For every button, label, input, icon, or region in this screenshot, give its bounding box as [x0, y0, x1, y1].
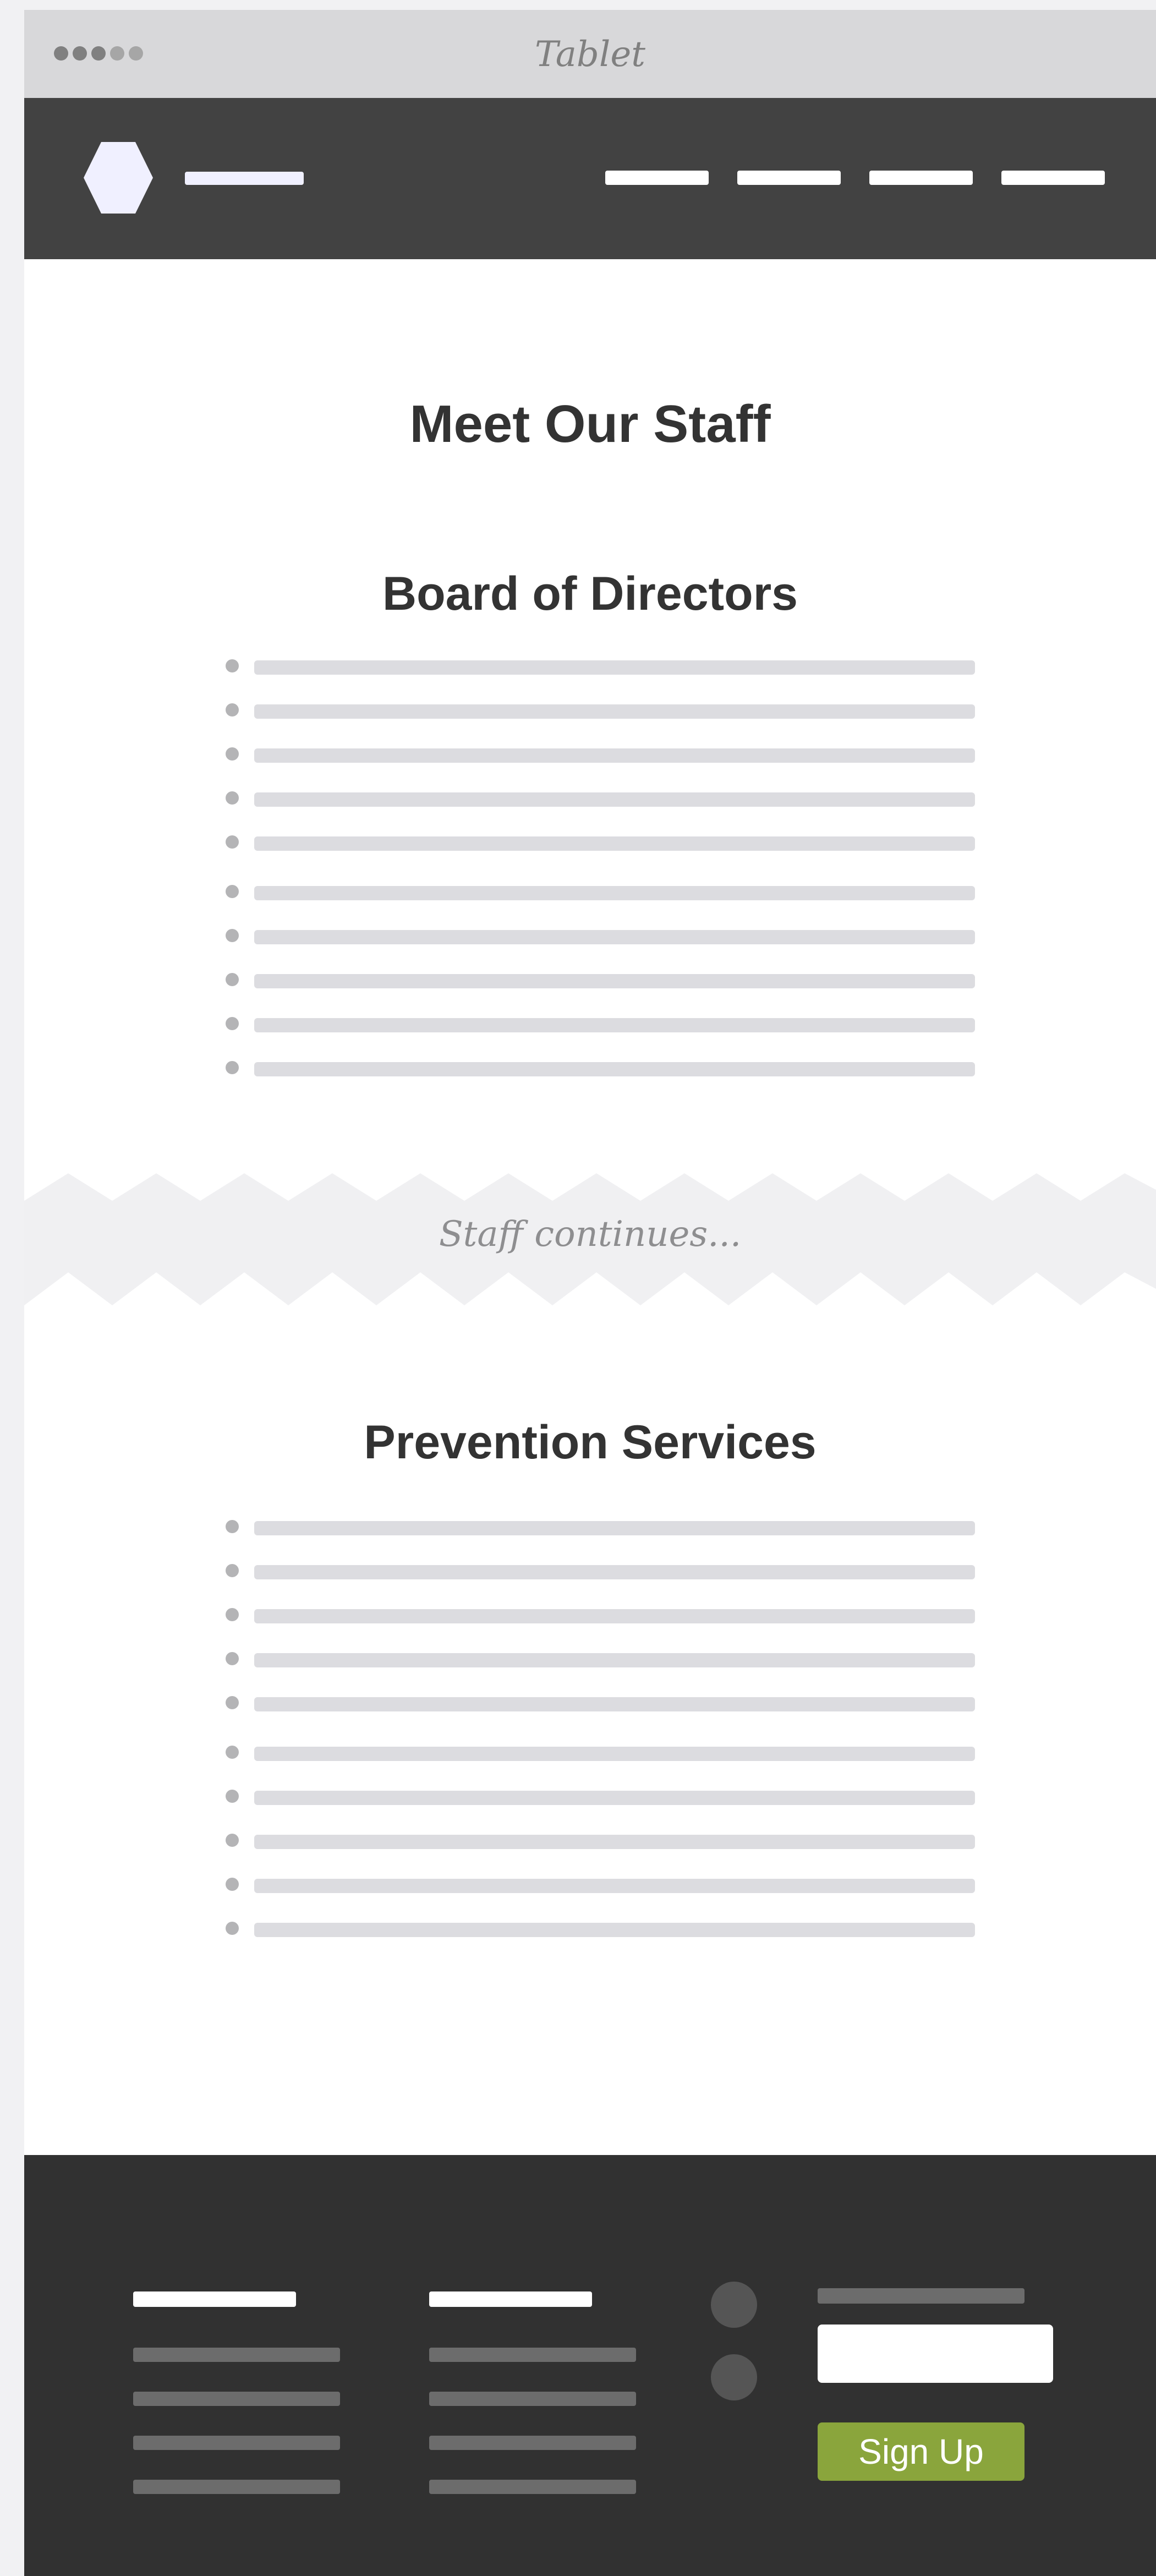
- window-title: Tablet: [535, 34, 645, 75]
- text-placeholder: [254, 1653, 975, 1667]
- list-item: [226, 885, 996, 901]
- footer-link[interactable]: [133, 2480, 340, 2494]
- footer-link[interactable]: [133, 2436, 340, 2450]
- list-item: [226, 1652, 996, 1669]
- section-title-board: Board of Directors: [382, 567, 798, 620]
- social-icon[interactable]: [711, 2354, 757, 2400]
- email-input[interactable]: [818, 2325, 1053, 2383]
- text-placeholder: [254, 886, 975, 900]
- bullet-icon: [226, 1834, 239, 1847]
- list-item: [226, 1834, 996, 1850]
- list-item: [226, 1696, 996, 1713]
- footer-link[interactable]: [429, 2480, 636, 2494]
- staff-continues-label: Staff continues...: [439, 1214, 742, 1255]
- bullet-icon: [226, 1878, 239, 1891]
- text-placeholder: [254, 836, 975, 851]
- text-placeholder: [254, 1923, 975, 1937]
- list-item: [226, 703, 996, 720]
- footer-link[interactable]: [429, 2436, 636, 2450]
- list-item: [226, 835, 996, 852]
- bullet-icon: [226, 885, 239, 898]
- bullet-icon: [226, 747, 239, 761]
- text-placeholder: [254, 974, 975, 988]
- list-item: [226, 929, 996, 945]
- text-placeholder: [254, 792, 975, 807]
- bullet-icon: [226, 1922, 239, 1935]
- bullet-icon: [226, 659, 239, 672]
- social-icon[interactable]: [711, 2282, 757, 2328]
- text-placeholder: [254, 1565, 975, 1579]
- text-placeholder: [254, 704, 975, 719]
- text-placeholder: [254, 1791, 975, 1805]
- tablet-frame: Tablet Meet Our Staff Board of Directors…: [24, 10, 1156, 2576]
- footer-column-heading: [133, 2291, 296, 2307]
- bullet-icon: [226, 1061, 239, 1074]
- text-placeholder: [254, 748, 975, 763]
- bullet-icon: [226, 703, 239, 717]
- text-placeholder: [254, 1697, 975, 1711]
- list-item: [226, 1564, 996, 1580]
- nav-link-4[interactable]: [1001, 171, 1105, 185]
- top-navigation: [24, 98, 1156, 259]
- bullet-icon: [226, 1746, 239, 1759]
- footer-link[interactable]: [429, 2348, 636, 2362]
- list-item: [226, 1922, 996, 1938]
- nav-link-3[interactable]: [869, 171, 973, 185]
- bullet-icon: [226, 1564, 239, 1577]
- list-item: [226, 1017, 996, 1033]
- bullet-icon: [226, 1652, 239, 1665]
- hexagon-logo-icon[interactable]: [83, 141, 154, 215]
- sign-up-button[interactable]: Sign Up: [818, 2422, 1024, 2481]
- brand-name-placeholder[interactable]: [185, 172, 304, 185]
- footer-link[interactable]: [133, 2392, 340, 2406]
- text-placeholder: [254, 1835, 975, 1849]
- text-placeholder: [254, 1062, 975, 1076]
- bullet-icon: [226, 929, 239, 942]
- text-placeholder: [254, 1521, 975, 1535]
- footer-link[interactable]: [429, 2392, 636, 2406]
- section-title-prevention: Prevention Services: [364, 1416, 817, 1469]
- list-item: [226, 973, 996, 989]
- bullet-icon: [226, 791, 239, 805]
- text-placeholder: [254, 1609, 975, 1623]
- text-placeholder: [254, 1747, 975, 1761]
- list-item: [226, 659, 996, 676]
- nav-link-1[interactable]: [605, 171, 709, 185]
- bullet-icon: [226, 1696, 239, 1709]
- list-item: [226, 1061, 996, 1078]
- list-item: [226, 1746, 996, 1762]
- list-item: [226, 1608, 996, 1625]
- page-title: Meet Our Staff: [409, 395, 771, 453]
- footer-column-heading: [429, 2291, 592, 2307]
- list-item: [226, 1790, 996, 1806]
- list-item: [226, 791, 996, 808]
- bullet-icon: [226, 1790, 239, 1803]
- text-placeholder: [254, 1879, 975, 1893]
- bullet-icon: [226, 1608, 239, 1621]
- bullet-icon: [226, 1017, 239, 1030]
- site-footer: Sign Up: [24, 2155, 1156, 2576]
- list-item: [226, 747, 996, 764]
- bullet-icon: [226, 973, 239, 986]
- newsletter-label-placeholder: [818, 2288, 1024, 2304]
- list-item: [226, 1520, 996, 1536]
- bullet-icon: [226, 835, 239, 849]
- text-placeholder: [254, 660, 975, 675]
- list-item: [226, 1878, 996, 1894]
- nav-link-2[interactable]: [737, 171, 841, 185]
- text-placeholder: [254, 1018, 975, 1032]
- footer-link[interactable]: [133, 2348, 340, 2362]
- bullet-icon: [226, 1520, 239, 1533]
- text-placeholder: [254, 930, 975, 944]
- window-titlebar: Tablet: [24, 10, 1156, 98]
